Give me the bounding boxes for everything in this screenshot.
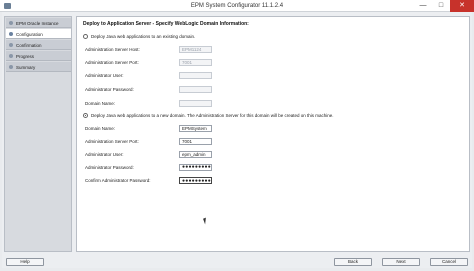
step-bullet-icon [9, 54, 13, 58]
existing-admin-host-input[interactable]: EPM1124 [179, 46, 212, 53]
step-bullet-icon [9, 21, 13, 25]
window-title: EPM System Configurator 11.1.2.4 [190, 3, 284, 9]
confirm-password-label: Confirm Administrator Password: [85, 178, 151, 183]
domain-name-label: Domain Name: [85, 126, 116, 131]
existing-admin-host-label: Administration Server Host: [85, 47, 140, 52]
admin-user-label: Administrator User: [85, 152, 124, 157]
existing-admin-password-input[interactable] [179, 86, 212, 93]
existing-domain-name-input[interactable] [179, 100, 212, 107]
new-domain-label: Deploy Java web applications to a new do… [91, 113, 334, 118]
existing-admin-user-input[interactable] [179, 72, 212, 79]
minimize-button[interactable]: — [414, 0, 432, 12]
existing-domain-label: Deploy Java web applications to an exist… [91, 34, 196, 39]
admin-port-label: Administration Server Port: [85, 139, 139, 144]
page-title: Deploy to Application Server - Specify W… [83, 21, 249, 27]
sidebar-item-progress[interactable]: Progress [6, 51, 71, 61]
sidebar-item-epm-oracle-instance[interactable]: EPM Oracle Instance [6, 18, 71, 28]
sidebar-item-label: Configuration [16, 31, 43, 37]
admin-port-input[interactable]: 7001 [179, 138, 212, 145]
existing-admin-password-label: Administrator Password: [85, 87, 134, 92]
step-bullet-icon [9, 65, 13, 69]
next-button[interactable]: Next [382, 258, 420, 266]
button-bar: Help Back Next Cancel [2, 256, 472, 268]
confirm-password-value: ●●●●●●●●● [182, 177, 211, 184]
sidebar-item-configuration[interactable]: Configuration [6, 29, 71, 39]
existing-domain-name-label: Domain Name: [85, 101, 116, 106]
sidebar: EPM Oracle Instance Configuration Confir… [4, 16, 72, 252]
sidebar-item-label: Progress [16, 53, 35, 59]
step-bullet-icon [9, 43, 13, 47]
confirm-password-input[interactable]: ●●●●●●●●● [179, 177, 212, 184]
sidebar-item-label: EPM Oracle Instance [16, 20, 59, 26]
maximize-button[interactable]: □ [432, 0, 450, 12]
cancel-button[interactable]: Cancel [430, 258, 468, 266]
main-panel: Deploy to Application Server - Specify W… [76, 16, 470, 252]
existing-admin-port-label: Administration Server Port: [85, 60, 139, 65]
sidebar-item-label: Confirmation [16, 42, 42, 48]
existing-domain-radio[interactable] [83, 34, 88, 39]
help-button[interactable]: Help [6, 258, 44, 266]
domain-name-input[interactable]: EPMSystem [179, 125, 212, 132]
close-button[interactable]: ✕ [450, 0, 474, 12]
sidebar-item-label: Summary [16, 64, 36, 70]
existing-admin-port-input[interactable]: 7001 [179, 59, 212, 66]
existing-admin-user-label: Administrator User: [85, 73, 124, 78]
admin-password-input[interactable]: ●●●●●●●●● [179, 164, 212, 171]
text-caret [211, 178, 212, 183]
admin-user-input[interactable]: epm_admin [179, 151, 212, 158]
admin-password-label: Administrator Password: [85, 165, 134, 170]
sidebar-item-confirmation[interactable]: Confirmation [6, 40, 71, 50]
sidebar-item-summary[interactable]: Summary [6, 62, 71, 72]
title-bar: EPM System Configurator 11.1.2.4 — □ ✕ [0, 0, 474, 12]
step-bullet-icon [9, 32, 13, 36]
new-domain-radio[interactable] [83, 113, 88, 118]
back-button[interactable]: Back [334, 258, 372, 266]
